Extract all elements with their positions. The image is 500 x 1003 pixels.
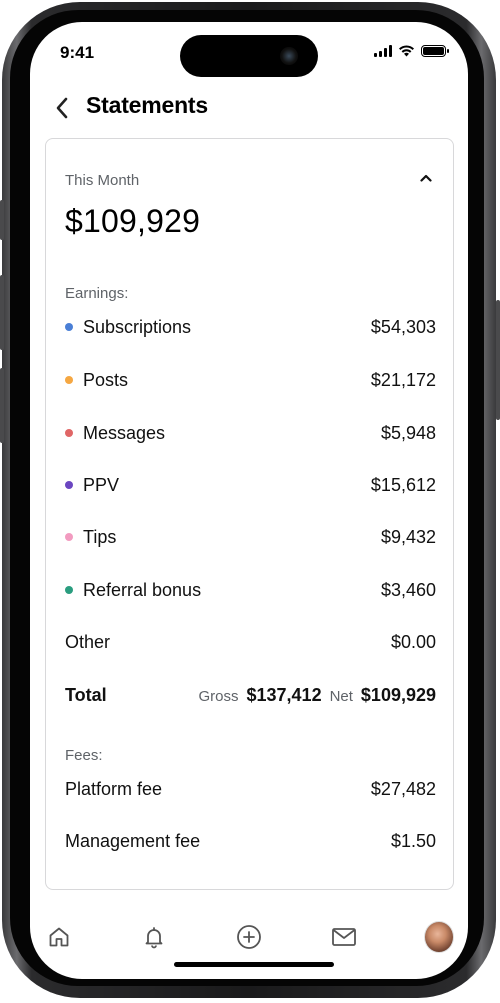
fees-label: Fees: <box>65 747 103 764</box>
earning-row-subscriptions: Subscriptions $54,303 <box>65 313 436 341</box>
net-value: $109,929 <box>360 684 436 705</box>
status-icons <box>374 44 449 57</box>
app-screen: 9:41 Statements This Month $109,929 Earn… <box>30 22 468 979</box>
volume-up-button <box>0 275 4 350</box>
bell-icon <box>145 927 163 949</box>
fee-row-management: Management fee $1.50 <box>65 827 436 855</box>
wifi-icon <box>399 45 414 57</box>
earning-row-other: Other $0.00 <box>65 628 436 656</box>
home-icon <box>49 927 69 947</box>
plus-circle-icon <box>237 925 261 949</box>
row-label: Subscriptions <box>83 316 192 337</box>
camera-icon <box>280 47 298 65</box>
row-label: Platform fee <box>65 778 163 799</box>
chevron-left-icon <box>56 97 68 119</box>
net-label: Net <box>329 687 353 705</box>
page-header: Statements <box>30 92 468 126</box>
statement-card: This Month $109,929 Earnings: Subscripti… <box>45 138 454 890</box>
avatar <box>424 921 454 953</box>
row-value: $21,172 <box>370 369 436 390</box>
period-label: This Month <box>65 172 140 189</box>
mail-icon <box>332 928 356 946</box>
earnings-total-row: Total Gross $137,412 Net $109,929 <box>65 681 436 709</box>
status-time: 9:41 <box>60 43 95 62</box>
gross-value: $137,412 <box>246 684 322 705</box>
row-label: Management fee <box>65 830 201 851</box>
earning-row-ppv: PPV $15,612 <box>65 471 436 499</box>
tab-home[interactable] <box>44 922 74 952</box>
row-label: Posts <box>83 369 129 390</box>
home-indicator[interactable] <box>174 962 334 967</box>
earning-row-messages: Messages $5,948 <box>65 419 436 447</box>
tab-create[interactable] <box>234 922 264 952</box>
action-button <box>0 200 4 240</box>
collapse-button[interactable] <box>415 169 437 187</box>
tab-messages[interactable] <box>329 922 359 952</box>
row-label: Referral bonus <box>83 579 202 600</box>
total-label: Total <box>65 684 107 705</box>
row-label: PPV <box>83 474 120 495</box>
dynamic-island <box>180 35 318 77</box>
fee-row-platform: Platform fee $27,482 <box>65 775 436 803</box>
page-title: Statements <box>86 92 208 118</box>
back-button[interactable] <box>50 94 74 122</box>
tab-profile[interactable] <box>424 921 454 953</box>
ppv-dot <box>65 481 73 489</box>
power-button <box>496 300 500 420</box>
row-value: $27,482 <box>370 778 436 799</box>
tab-notifications[interactable] <box>139 922 169 952</box>
row-value: $15,612 <box>370 474 436 495</box>
earning-row-referral-bonus: Referral bonus $3,460 <box>65 576 436 604</box>
referral-bonus-dot <box>65 586 73 594</box>
row-label: Other <box>65 631 111 652</box>
row-value: $3,460 <box>380 579 436 600</box>
gross-label: Gross <box>198 687 239 705</box>
messages-dot <box>65 429 73 437</box>
subscriptions-dot <box>65 323 73 331</box>
row-value: $0.00 <box>390 631 436 652</box>
bottom-tab-bar <box>30 917 468 957</box>
earning-row-posts: Posts $21,172 <box>65 366 436 394</box>
row-value: $5,948 <box>380 422 436 443</box>
row-value: $1.50 <box>390 830 436 851</box>
earning-row-tips: Tips $9,432 <box>65 523 436 551</box>
battery-icon <box>421 44 449 57</box>
row-label: Tips <box>83 526 117 547</box>
earnings-label: Earnings: <box>65 285 129 302</box>
cellular-signal-icon <box>374 44 392 57</box>
chevron-up-icon <box>420 174 432 182</box>
row-value: $54,303 <box>370 316 436 337</box>
tips-dot <box>65 533 73 541</box>
month-total: $109,929 <box>65 203 201 239</box>
posts-dot <box>65 376 73 384</box>
row-value: $9,432 <box>380 526 436 547</box>
row-label: Messages <box>83 422 166 443</box>
volume-down-button <box>0 368 4 443</box>
